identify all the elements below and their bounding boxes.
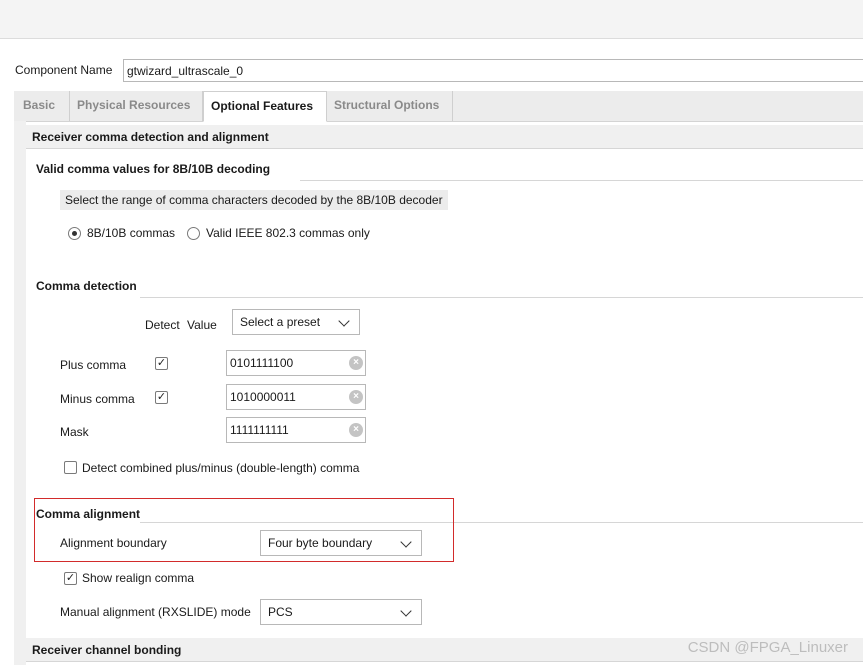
clear-icon[interactable]: × [349, 423, 363, 437]
radio-ieee-802-3-commas[interactable] [187, 227, 200, 240]
comma-detection-group-title: Comma detection [36, 279, 137, 293]
tab-physical-resources[interactable]: Physical Resources [70, 91, 203, 121]
tab-basic[interactable]: Basic [16, 91, 70, 121]
top-toolbar [0, 0, 863, 39]
minus-comma-input[interactable]: 1010000011 [226, 384, 366, 410]
group-divider [300, 180, 863, 181]
plus-comma-label: Plus comma [60, 358, 127, 372]
minus-comma-label: Minus comma [60, 392, 135, 406]
manual-alignment-label: Manual alignment (RXSLIDE) mode [60, 605, 251, 619]
radio-8b10b-commas-label: 8B/10B commas [87, 226, 176, 240]
show-realign-comma-checkbox[interactable]: ✓ [64, 572, 77, 585]
mask-input[interactable]: 1111111111 [226, 417, 366, 443]
plus-comma-checkbox[interactable]: ✓ [155, 357, 168, 370]
clear-icon[interactable]: × [349, 356, 363, 370]
plus-comma-value: 0101111100 [230, 356, 294, 370]
manual-alignment-value: PCS [268, 605, 293, 619]
valid-comma-group-title: Valid comma values for 8B/10B decoding [36, 162, 271, 176]
mask-value: 1111111111 [230, 423, 289, 437]
component-name-label: Component Name [15, 63, 113, 77]
detect-combined-label: Detect combined plus/minus (double-lengt… [82, 461, 360, 475]
tab-structural-options[interactable]: Structural Options [327, 91, 453, 121]
component-name-input[interactable]: gtwizard_ultrascale_0 [123, 59, 863, 82]
tab-optional-features[interactable]: Optional Features [203, 91, 327, 122]
panel-left-gutter [14, 121, 26, 665]
show-realign-comma-label: Show realign comma [82, 571, 195, 585]
value-column-label: Value [187, 318, 217, 332]
clear-icon[interactable]: × [349, 390, 363, 404]
plus-comma-input[interactable]: 0101111100 [226, 350, 366, 376]
detect-column-label: Detect [145, 318, 180, 332]
radio-ieee-802-3-label: Valid IEEE 802.3 commas only [206, 226, 370, 240]
mask-label: Mask [60, 425, 89, 439]
valid-comma-hint: Select the range of comma characters dec… [60, 190, 448, 210]
radio-8b10b-commas[interactable] [68, 227, 81, 240]
preset-select-value: Select a preset [240, 315, 321, 329]
minus-comma-checkbox[interactable]: ✓ [155, 391, 168, 404]
group-divider [140, 297, 863, 298]
manual-alignment-select[interactable]: PCS [260, 599, 422, 625]
section-header-comma-detection-alignment[interactable]: Receiver comma detection and alignment [26, 125, 863, 149]
highlight-box [34, 498, 454, 562]
watermark: CSDN @FPGA_Linuxer [687, 639, 848, 656]
detect-combined-checkbox[interactable] [64, 461, 77, 474]
minus-comma-value: 1010000011 [230, 390, 296, 404]
